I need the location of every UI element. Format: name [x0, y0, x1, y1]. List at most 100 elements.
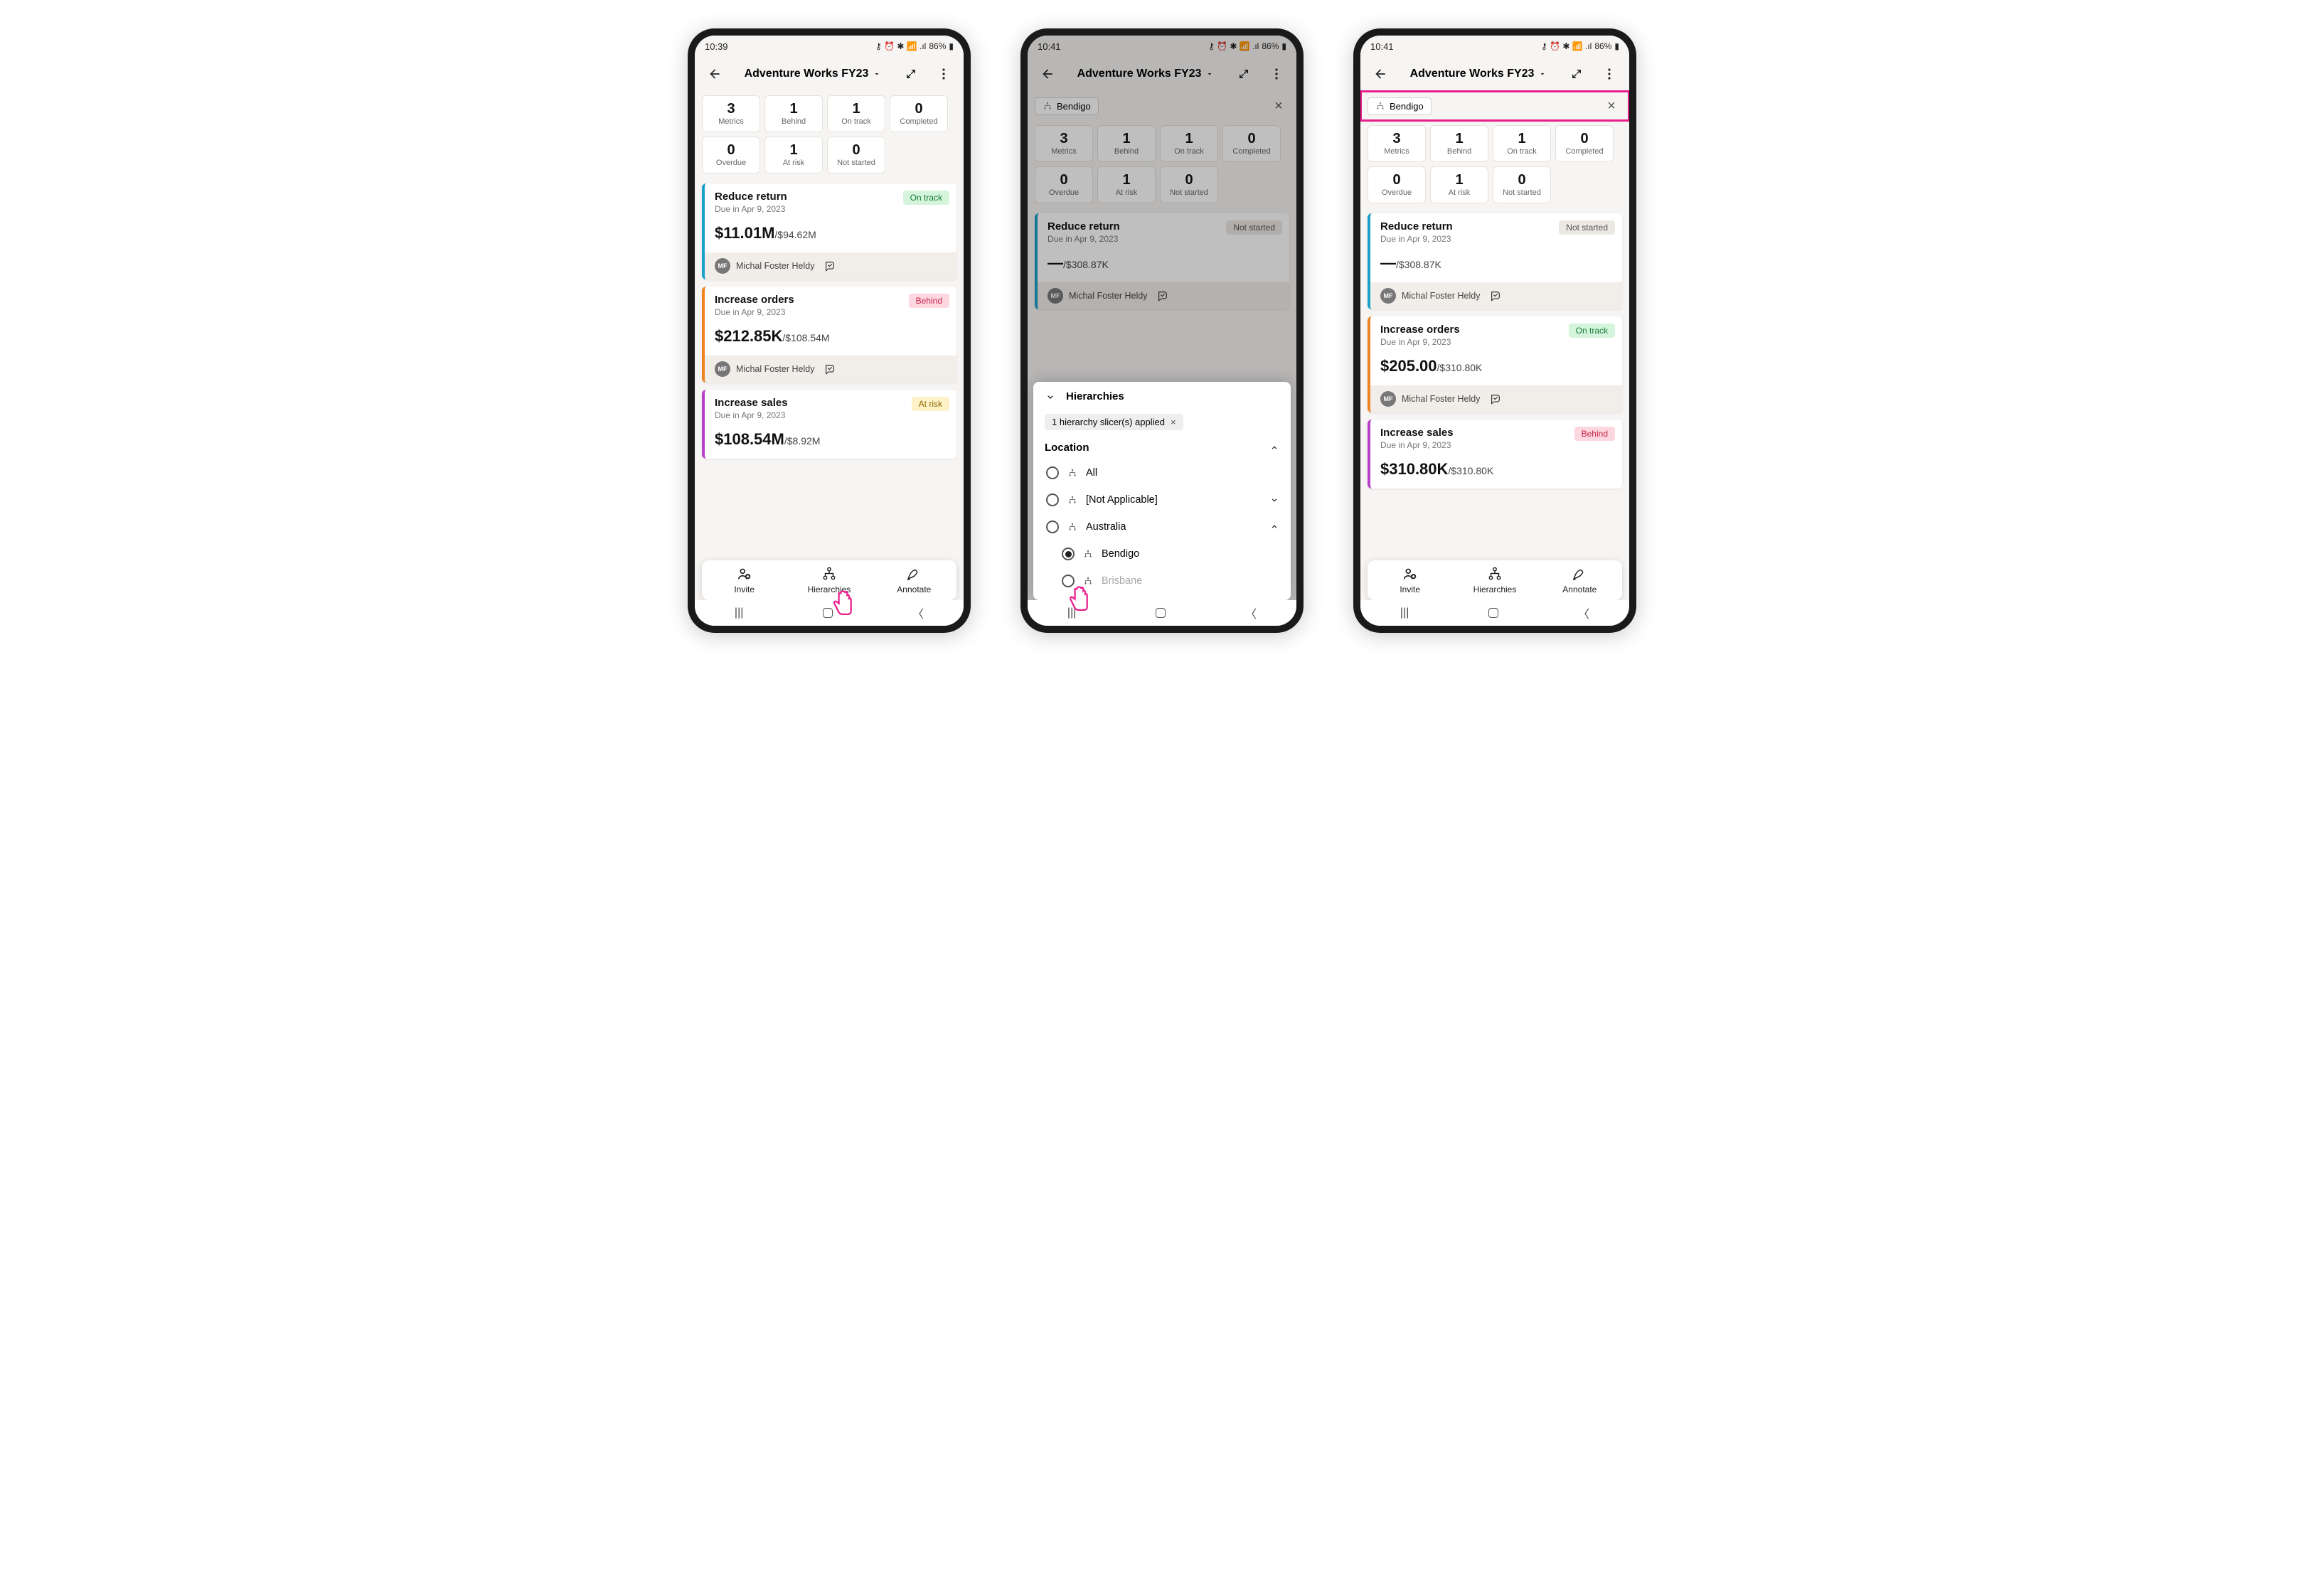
checkin-icon[interactable] — [824, 363, 836, 375]
owner-name: Michal Foster Heldy — [1069, 291, 1147, 301]
kpi-grid: 3Metrics 1Behind 1On track 0Completed 0O… — [1360, 121, 1629, 210]
action-hierarchies[interactable]: Hierarchies — [1452, 566, 1537, 594]
back-button[interactable] — [1033, 60, 1062, 88]
filter-chip[interactable]: Bendigo — [1035, 97, 1099, 115]
expand-button[interactable] — [1562, 60, 1591, 88]
checkin-icon[interactable] — [1490, 393, 1501, 405]
kpi-card[interactable]: 0Not started — [827, 137, 885, 174]
phone-frame-2: 10:41 ⚷ ⏰ ✱ 📶 .ıl86%▮ Adventure Works FY… — [1020, 28, 1304, 633]
kpi-card[interactable]: 1Behind — [1430, 125, 1488, 162]
nav-recent[interactable]: ||| — [735, 607, 743, 619]
page-title[interactable]: Adventure Works FY23 — [733, 68, 892, 80]
option-label: Brisbane — [1102, 575, 1142, 587]
action-label: Annotate — [897, 585, 931, 594]
android-nav: ||| 〈 — [1360, 600, 1629, 626]
annotate-icon — [906, 566, 922, 582]
kpi-card[interactable]: 1At risk — [1097, 166, 1156, 203]
owner-name: Michal Foster Heldy — [736, 261, 814, 271]
expand-button[interactable] — [897, 60, 925, 88]
kpi-card[interactable]: 3Metrics — [1035, 125, 1093, 162]
kpi-card[interactable]: 3Metrics — [1368, 125, 1426, 162]
nav-home[interactable] — [1488, 608, 1498, 618]
nav-recent[interactable]: ||| — [1400, 607, 1409, 619]
action-invite[interactable]: Invite — [1368, 566, 1452, 594]
page-title[interactable]: Adventure Works FY23 — [1399, 68, 1558, 80]
filter-bar: Bendigo × — [1360, 91, 1629, 121]
kpi-card[interactable]: 1On track — [827, 95, 885, 132]
status-bar: 10:39 ⚷ ⏰ ✱ 📶 .ıl86%▮ — [695, 36, 964, 57]
pointer-hand-icon — [830, 588, 855, 619]
kpi-card[interactable]: 1At risk — [1430, 166, 1488, 203]
radio-button[interactable] — [1046, 466, 1059, 479]
metric-card[interactable]: Reduce return Due in Apr 9, 2023 On trac… — [702, 183, 956, 279]
chevron-up-icon[interactable] — [1269, 522, 1279, 532]
radio-button[interactable] — [1062, 548, 1075, 560]
more-vertical-icon — [942, 68, 945, 80]
action-annotate[interactable]: Annotate — [1537, 566, 1622, 594]
kpi-card[interactable]: 0Not started — [1493, 166, 1551, 203]
expand-icon — [1570, 68, 1583, 80]
kpi-card[interactable]: 0Completed — [890, 95, 948, 132]
more-button[interactable] — [929, 60, 958, 88]
kpi-card[interactable]: 1Behind — [764, 95, 823, 132]
metric-card[interactable]: Increase orders Due in Apr 9, 2023 On tr… — [1368, 316, 1622, 412]
kpi-card[interactable]: 1On track — [1160, 125, 1218, 162]
checkin-icon[interactable] — [824, 260, 836, 272]
filter-chip[interactable]: Bendigo — [1368, 97, 1432, 115]
metric-card[interactable]: Increase sales Due in Apr 9, 2023 At ris… — [702, 390, 956, 459]
close-icon[interactable]: × — [1171, 417, 1176, 427]
chevron-down-icon[interactable] — [1269, 495, 1279, 505]
filter-chip-label: Bendigo — [1390, 101, 1424, 112]
panel-header[interactable]: Hierarchies — [1033, 382, 1291, 411]
nav-back[interactable]: 〈 — [912, 604, 924, 621]
kpi-card[interactable]: 0Overdue — [702, 137, 760, 174]
more-vertical-icon — [1608, 68, 1611, 80]
annotate-icon — [1572, 566, 1587, 582]
page-title[interactable]: Adventure Works FY23 — [1066, 68, 1225, 80]
checkin-icon[interactable] — [1490, 290, 1501, 301]
kpi-card[interactable]: 0Completed — [1222, 125, 1281, 162]
metric-card[interactable]: Reduce return Due in Apr 9, 2023 Not sta… — [1035, 213, 1289, 309]
more-button[interactable] — [1262, 60, 1291, 88]
kpi-card[interactable]: 0Overdue — [1368, 166, 1426, 203]
radio-button[interactable] — [1046, 493, 1059, 506]
hierarchy-option[interactable]: All — [1033, 459, 1291, 486]
metric-value: $205.00/$310.80K — [1370, 351, 1622, 385]
metric-value: —/$308.87K — [1038, 248, 1289, 282]
metric-due: Due in Apr 9, 2023 — [715, 307, 947, 317]
nav-back[interactable]: 〈 — [1578, 604, 1589, 621]
action-hierarchies[interactable]: Hierarchies — [787, 566, 871, 594]
hierarchy-option[interactable]: Australia — [1033, 513, 1291, 540]
expand-button[interactable] — [1230, 60, 1258, 88]
checkin-icon[interactable] — [1157, 290, 1168, 301]
action-annotate[interactable]: Annotate — [872, 566, 956, 594]
hierarchy-option[interactable]: Bendigo — [1033, 540, 1291, 567]
kpi-card[interactable]: 1Behind — [1097, 125, 1156, 162]
android-nav: ||| 〈 — [695, 600, 964, 626]
panel-section[interactable]: Location — [1033, 437, 1291, 459]
action-invite[interactable]: Invite — [702, 566, 787, 594]
metric-card[interactable]: Increase orders Due in Apr 9, 2023 Behin… — [702, 287, 956, 383]
kpi-card[interactable]: 0Completed — [1555, 125, 1614, 162]
nav-home[interactable] — [1156, 608, 1166, 618]
kpi-card[interactable]: 1On track — [1493, 125, 1551, 162]
kpi-card[interactable]: 0Overdue — [1035, 166, 1093, 203]
option-label: Australia — [1086, 521, 1126, 533]
applied-slicer-chip[interactable]: 1 hierarchy slicer(s) applied × — [1045, 414, 1183, 430]
back-button[interactable] — [700, 60, 729, 88]
hierarchy-option[interactable]: [Not Applicable] — [1033, 486, 1291, 513]
kpi-card[interactable]: 3Metrics — [702, 95, 760, 132]
action-label: Hierarchies — [1473, 585, 1517, 594]
back-button[interactable] — [1366, 60, 1395, 88]
status-icons: ⚷ ⏰ ✱ 📶 .ıl86%▮ — [1208, 41, 1286, 51]
radio-button[interactable] — [1046, 521, 1059, 533]
clear-filter-button[interactable]: × — [1268, 95, 1289, 117]
metric-card[interactable]: Increase sales Due in Apr 9, 2023 Behind… — [1368, 420, 1622, 489]
nav-back[interactable]: 〈 — [1245, 604, 1257, 621]
more-button[interactable] — [1595, 60, 1624, 88]
kpi-card[interactable]: 1At risk — [764, 137, 823, 174]
metric-card[interactable]: Reduce return Due in Apr 9, 2023 Not sta… — [1368, 213, 1622, 309]
clock: 10:39 — [705, 41, 728, 52]
kpi-card[interactable]: 0Not started — [1160, 166, 1218, 203]
clear-filter-button[interactable]: × — [1601, 95, 1622, 117]
